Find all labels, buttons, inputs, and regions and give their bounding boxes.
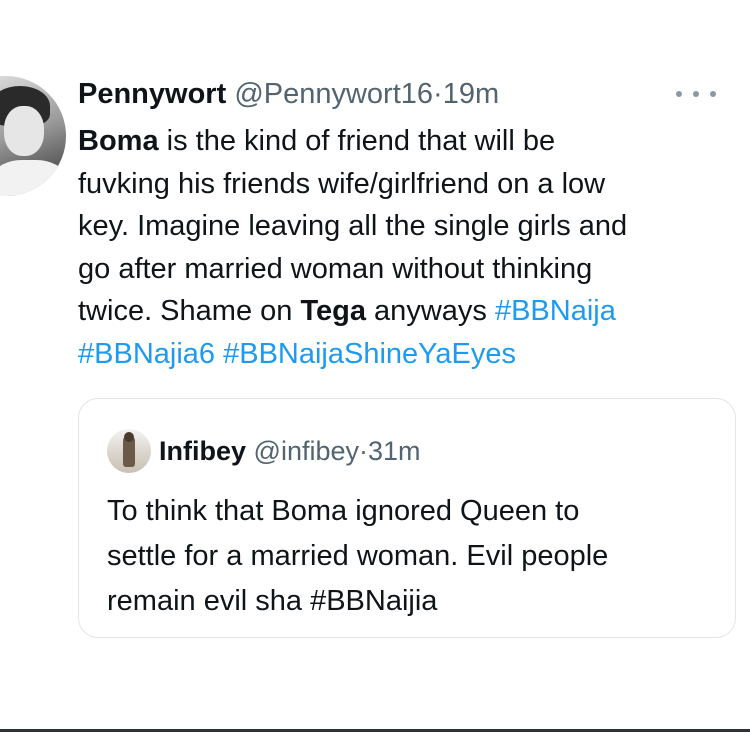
bold-name: Tega xyxy=(300,295,366,327)
text-segment: key. Imagine leaving all the single girl… xyxy=(78,210,628,242)
tweet-header: Pennywort @Pennywort16·19m xyxy=(78,72,499,116)
header-separator: · xyxy=(433,78,443,110)
quoted-author-handle: @infibey xyxy=(253,436,359,466)
tweet-text-line: Boma is the kind of friend that will be xyxy=(78,120,738,163)
hashtag-link[interactable]: #BBNaija xyxy=(495,295,616,327)
text-segment: is the kind of friend that will be xyxy=(158,125,556,157)
quoted-header-separator: · xyxy=(359,436,368,466)
avatar-face xyxy=(4,106,44,156)
author-handle[interactable]: @Pennywort16 xyxy=(234,78,433,110)
text-segment: go after married woman without thinking xyxy=(78,252,593,285)
hashtag-link[interactable]: #BBNajia6 xyxy=(78,338,215,370)
more-dot xyxy=(676,91,682,97)
avatar-figure-head xyxy=(124,432,134,442)
quoted-tweet-text: To think that Boma ignored Queen to sett… xyxy=(107,489,727,624)
quoted-tweet-header: Infibey @infibey·31m xyxy=(159,429,421,473)
tweet-text-line: fuvking his friends wife/girlfriend on a… xyxy=(78,163,738,206)
tweet-text-line: twice. Shame on Tega anyways #BBNaija xyxy=(78,290,738,333)
quoted-text-line: To think that Boma ignored Queen to xyxy=(107,495,580,527)
tweet-text-line: key. Imagine leaving all the single girl… xyxy=(78,205,738,248)
tweet-text-line: go after married woman without thinking xyxy=(78,248,738,291)
quoted-tweet-card[interactable]: Infibey @infibey·31m To think that Boma … xyxy=(78,398,736,638)
tweet-timestamp[interactable]: 19m xyxy=(443,78,499,110)
hashtag-link[interactable]: #BBNaijaShineYaEyes xyxy=(223,338,516,370)
text-segment: anyways xyxy=(366,295,495,327)
tweet-text-line: #BBNajia6 #BBNaijaShineYaEyes xyxy=(78,333,738,376)
quoted-author-display-name: Infibey xyxy=(159,436,247,466)
avatar-shirt xyxy=(0,160,64,196)
text-segment xyxy=(215,338,223,370)
more-dot xyxy=(693,91,699,97)
author-avatar[interactable] xyxy=(0,76,66,196)
text-segment: fuvking his friends wife/girlfriend on a… xyxy=(78,167,606,200)
tweet-text: Boma is the kind of friend that will be f… xyxy=(78,120,738,375)
bold-name: Boma xyxy=(78,125,159,157)
quoted-text-line: settle for a married woman. Evil people xyxy=(107,540,609,572)
tweet[interactable]: Pennywort @Pennywort16·19m Boma is the k… xyxy=(0,0,750,732)
quoted-tweet-timestamp: 31m xyxy=(368,436,421,466)
quoted-author-avatar xyxy=(107,429,151,473)
text-segment: twice. Shame on xyxy=(78,295,301,327)
more-options-icon[interactable] xyxy=(676,84,716,104)
more-dot xyxy=(710,91,716,97)
quoted-text-line: remain evil sha #BBNaijia xyxy=(107,585,438,617)
author-display-name[interactable]: Pennywort xyxy=(78,78,226,110)
